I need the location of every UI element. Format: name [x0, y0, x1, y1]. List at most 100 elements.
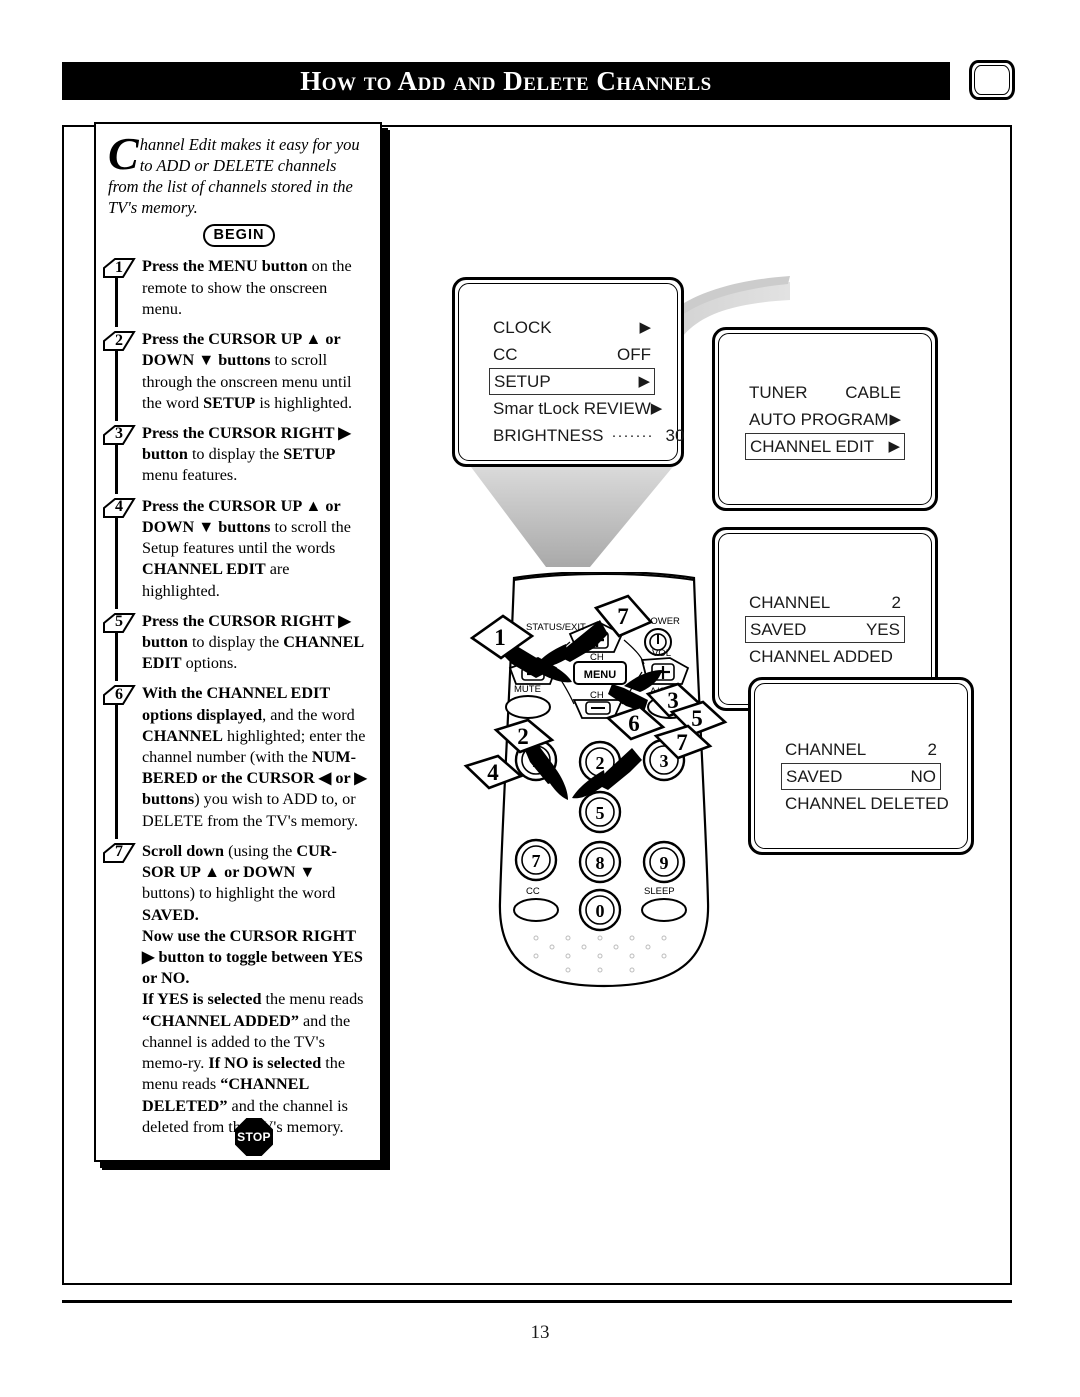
step-body: Press the CURSOR UP ▲ or DOWN ▼ buttons …	[142, 496, 351, 600]
menu-status-message: CHANNEL DELETED	[781, 790, 949, 817]
svg-text:POWER: POWER	[644, 616, 680, 627]
svg-text:MENU: MENU	[584, 669, 616, 681]
step-number-badge: 5	[102, 612, 136, 633]
svg-text:0: 0	[596, 901, 605, 921]
menu-row[interactable]: TUNER CABLE	[745, 379, 905, 406]
menu-row-brightness[interactable]: BRIGHTNESS ······· 30	[489, 422, 684, 449]
stop-sign-icon: STOP	[235, 1117, 273, 1156]
osd-screen-main-menu: CLOCK ▶ CC OFF SETUP ▶ Smar tLock REVIEW…	[452, 277, 684, 467]
remote-control-illustration: MENU 1 2 3 5 7 8 9 0 STATUS/EXIT POWER V…	[498, 572, 710, 988]
menu-row-label: AUTO PROGRAM	[749, 409, 889, 429]
step-body: Press the CURSOR RIGHT ▶ button to displ…	[142, 611, 364, 673]
step-number: 4	[115, 498, 123, 516]
svg-text:STATUS/EXIT: STATUS/EXIT	[526, 622, 586, 633]
menu-row[interactable]: AUTO PROGRAM ▶	[745, 406, 905, 433]
menu-list-main: CLOCK ▶ CC OFF SETUP ▶ Smar tLock REVIEW…	[489, 314, 684, 449]
menu-row-setup-highlighted[interactable]: SETUP ▶	[489, 368, 655, 395]
menu-row[interactable]: CC OFF	[489, 341, 655, 368]
step-number: 5	[115, 613, 123, 631]
footer-rule	[62, 1300, 1012, 1303]
osd-screen-setup-menu: TUNER CABLE AUTO PROGRAM ▶ CHANNEL EDIT …	[712, 327, 938, 511]
channel-number-value: 2	[891, 592, 901, 612]
menu-row-channel-edit-highlighted[interactable]: CHANNEL EDIT ▶	[745, 433, 905, 460]
menu-row-label: BRIGHTNESS	[493, 425, 604, 445]
step-body: Press the CURSOR RIGHT ▶ button to displ…	[142, 423, 351, 485]
step-number: 3	[115, 425, 123, 443]
menu-row[interactable]: Smar tLock REVIEW ▶	[489, 395, 662, 422]
menu-row-saved-highlighted[interactable]: SAVED NO	[781, 763, 941, 790]
svg-text:8: 8	[596, 853, 605, 873]
menu-row[interactable]: CHANNEL 2	[781, 736, 941, 763]
saved-toggle-value: NO	[910, 766, 937, 786]
brightness-bar-dots: ·······	[611, 427, 654, 444]
intro-line-1: hannel Edit makes it easy for you	[139, 135, 360, 154]
step-number: 7	[115, 843, 123, 861]
svg-text:1: 1	[532, 751, 541, 771]
menu-row-saved-highlighted[interactable]: SAVED YES	[745, 616, 905, 643]
begin-badge: BEGIN	[202, 224, 276, 248]
svg-text:2: 2	[596, 753, 605, 773]
brightness-value: 30	[665, 425, 685, 445]
menu-row-label: CHANNEL DELETED	[785, 793, 949, 813]
svg-text:SLEEP: SLEEP	[644, 886, 675, 897]
step-number: 2	[115, 331, 123, 349]
begin-badge-wrap: BEGIN	[108, 224, 370, 248]
menu-row-label: SETUP	[494, 371, 551, 391]
step-number: 1	[115, 258, 123, 276]
drop-cap: C	[108, 128, 139, 179]
menu-list-setup: TUNER CABLE AUTO PROGRAM ▶ CHANNEL EDIT …	[745, 379, 905, 460]
svg-text:9: 9	[660, 853, 669, 873]
step-body: Scroll down (using the CUR-SOR UP ▲ or D…	[142, 841, 337, 924]
svg-text:VOL: VOL	[514, 656, 533, 667]
step-number-badge: 2	[102, 330, 136, 352]
step-body: Press the MENU button on the remote to s…	[142, 257, 352, 318]
menu-row-label: SAVED	[750, 619, 807, 639]
svg-text:CH: CH	[590, 652, 604, 663]
chevron-right-icon: ▶	[639, 319, 651, 336]
menu-row-value: OFF	[617, 344, 651, 364]
step-number-badge: 7	[102, 842, 136, 863]
menu-row-label: SAVED	[786, 766, 843, 786]
intro-line-2: to ADD or DELETE channels	[139, 156, 337, 176]
menu-row-label: CHANNEL EDIT	[750, 436, 875, 456]
svg-text:MUTE: MUTE	[514, 684, 541, 695]
chevron-right-icon: ▶	[638, 373, 650, 390]
step-connector	[115, 349, 118, 421]
menu-status-message: CHANNEL ADDED	[745, 643, 905, 670]
step-number-badge: 1	[102, 257, 136, 279]
step-body: Press the CURSOR UP ▲ or DOWN ▼ buttons …	[142, 330, 353, 412]
intro-paragraph: Channel Edit makes it easy for you to AD…	[108, 128, 370, 218]
svg-text:5: 5	[596, 803, 605, 823]
menu-row-label: Smar tLock REVIEW	[493, 398, 651, 418]
step-4: 4 Press the CURSOR UP ▲ or DOWN ▼ button…	[103, 496, 370, 609]
step-connector	[115, 442, 118, 494]
osd-screen-channel-deleted: CHANNEL 2 SAVED NO CHANNEL DELETED	[748, 677, 974, 855]
menu-row[interactable]: CHANNEL 2	[745, 589, 905, 616]
page-title: How to Add and Delete Channels	[300, 65, 712, 96]
svg-text:7: 7	[532, 851, 541, 871]
step-connector	[115, 630, 118, 682]
step-2: 2 Press the CURSOR UP ▲ or DOWN ▼ button…	[103, 329, 370, 421]
manual-page: How to Add and Delete Channels 1 3 CLOCK …	[0, 0, 1080, 1397]
step-connector	[115, 515, 118, 609]
tv-screen-icon	[969, 60, 1015, 100]
step-5: 5 Press the CURSOR RIGHT ▶ button to dis…	[103, 611, 370, 682]
menu-row[interactable]: CLOCK ▶	[489, 314, 655, 341]
menu-list-channel-deleted: CHANNEL 2 SAVED NO CHANNEL DELETED	[781, 736, 949, 817]
svg-text:3: 3	[660, 751, 669, 771]
step-6: 6 With the CHANNEL EDIT options displaye…	[103, 683, 370, 839]
menu-row-value: CABLE	[845, 382, 901, 402]
step-7: 7 Scroll down (using the CUR-SOR UP ▲ or…	[103, 841, 370, 926]
step-connector	[115, 703, 118, 839]
step-1: 1 Press the MENU button on the remote to…	[103, 256, 370, 328]
step-number-badge: 4	[102, 497, 136, 518]
instruction-box: Channel Edit makes it easy for you to AD…	[94, 122, 390, 1170]
menu-row-label: CLOCK	[493, 317, 552, 337]
svg-text:A/CH: A/CH	[650, 686, 673, 697]
intro-rest: from the list of channels stored in the …	[108, 177, 353, 218]
svg-text:VOL: VOL	[652, 648, 671, 659]
saved-toggle-value: YES	[865, 619, 900, 639]
chevron-right-icon: ▶	[889, 411, 901, 428]
svg-text:CH: CH	[590, 690, 604, 701]
step-number-badge: 3	[102, 424, 136, 445]
